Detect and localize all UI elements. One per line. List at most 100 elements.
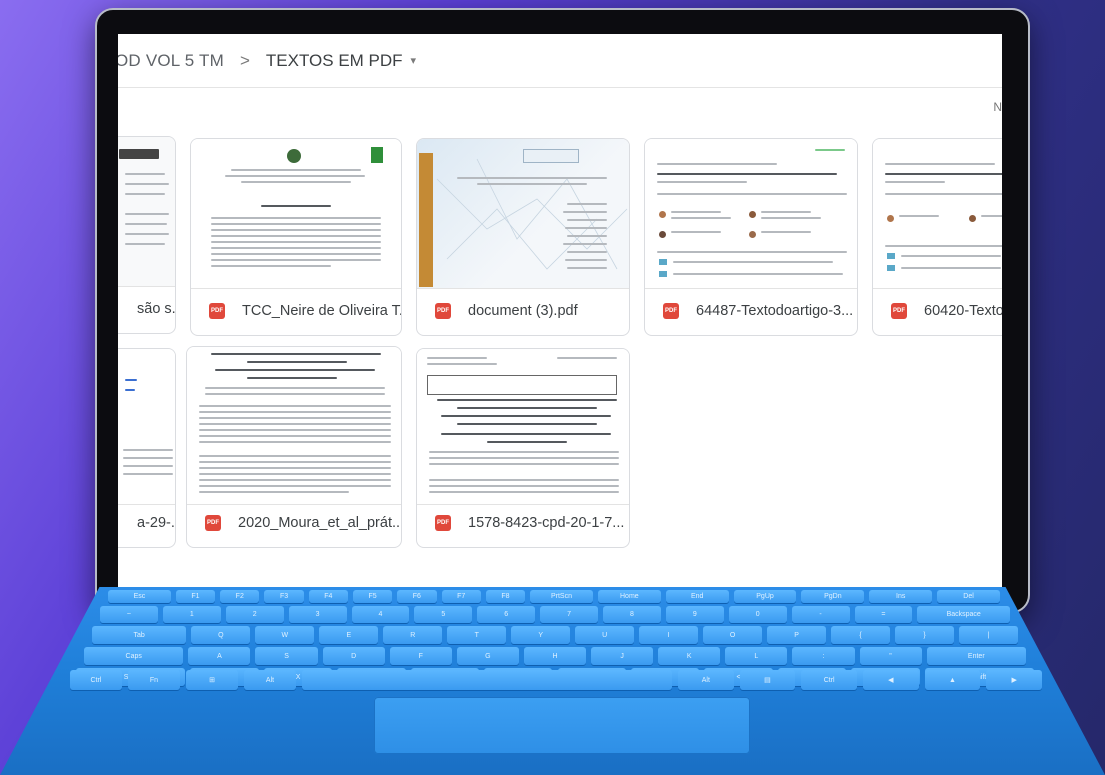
keyboard-key[interactable]: Ctrl <box>801 670 857 690</box>
file-card[interactable]: PDF 1578-8423-cpd-20-1-7... <box>416 348 630 548</box>
file-name-row: PDF 1578-8423-cpd-20-1-7... <box>417 499 629 547</box>
keyboard-key[interactable]: Alt <box>678 670 734 690</box>
keyboard-key[interactable]: G <box>456 647 519 665</box>
file-name: 1578-8423-cpd-20-1-7... <box>468 515 625 531</box>
keyboard-key[interactable]: J <box>591 647 654 665</box>
keyboard-key[interactable]: Enter <box>926 647 1026 665</box>
file-thumbnail <box>873 139 1002 289</box>
file-name: document (3).pdf <box>468 303 578 319</box>
keyboard-key[interactable]: S <box>255 647 318 665</box>
keyboard-key[interactable]: F3 <box>264 590 304 603</box>
keyboard-key[interactable]: ⊞ <box>186 670 238 690</box>
file-card[interactable]: PDF 60420-Texto <box>872 138 1002 336</box>
keyboard-key[interactable]: Del <box>937 590 1000 603</box>
file-name-row: são s... <box>118 285 175 333</box>
keyboard-key[interactable]: Ctrl <box>70 670 122 690</box>
trackpad[interactable] <box>374 697 750 754</box>
file-name: 2020_Moura_et_al_prát... <box>238 515 402 531</box>
file-name: TCC_Neire de Oliveira T... <box>242 303 402 319</box>
file-name-row: PDF 64487-Textodoartigo-3... <box>645 287 857 335</box>
keyboard-key[interactable]: P <box>767 626 827 644</box>
keyboard-key[interactable]: 8 <box>603 606 661 623</box>
keyboard-key[interactable]: I <box>639 626 699 644</box>
file-name: a-29-... <box>137 515 175 531</box>
keyboard-key[interactable]: 3 <box>288 606 347 623</box>
keyboard-key[interactable]: Fn <box>128 670 180 690</box>
file-card[interactable]: PDF document (3).pdf <box>416 138 630 336</box>
file-name: 64487-Textodoartigo-3... <box>696 303 854 319</box>
file-card[interactable]: são s... <box>118 136 176 334</box>
file-thumbnail <box>118 349 175 505</box>
file-name-row: PDF 2020_Moura_et_al_prát... <box>187 499 401 547</box>
file-thumbnail <box>118 137 175 287</box>
keyboard-key[interactable]: ◀ <box>863 670 919 690</box>
keyboard-key[interactable]: F8 <box>485 590 526 603</box>
keyboard-key[interactable]: D <box>322 647 385 665</box>
file-name-row: PDF TCC_Neire de Oliveira T... <box>191 287 401 335</box>
keyboard-key[interactable]: 2 <box>225 606 284 623</box>
keyboard-key[interactable]: A <box>188 647 251 665</box>
corner-glyph: N <box>993 100 1002 114</box>
keyboard-key[interactable]: Ins <box>869 590 933 603</box>
pdf-icon: PDF <box>435 303 451 319</box>
keyboard-key[interactable]: : <box>792 647 855 665</box>
keyboard-key[interactable]: F6 <box>397 590 437 603</box>
pdf-icon: PDF <box>663 303 679 319</box>
keyboard-key[interactable]: O <box>703 626 763 644</box>
file-card[interactable]: PDF TCC_Neire de Oliveira T... <box>190 138 402 336</box>
keyboard-key[interactable]: 7 <box>540 606 598 623</box>
keyboard-key[interactable]: F7 <box>441 590 481 603</box>
keyboard-key[interactable]: H <box>523 647 587 665</box>
keyboard-key[interactable]: 5 <box>414 606 473 623</box>
keyboard-key[interactable]: 4 <box>351 606 410 623</box>
keyboard-key[interactable]: R <box>383 626 443 644</box>
keyboard-key[interactable]: PgUp <box>733 590 797 603</box>
pdf-icon: PDF <box>435 515 451 531</box>
keyboard-key[interactable]: ▲ <box>924 670 981 690</box>
keyboard-key[interactable]: | <box>959 626 1018 644</box>
breadcrumb-parent[interactable]: OD VOL 5 TM <box>118 51 224 71</box>
keyboard-key[interactable]: F <box>389 647 452 665</box>
keyboard-key[interactable]: W <box>255 626 315 644</box>
file-card[interactable]: PDF 2020_Moura_et_al_prát... <box>186 346 402 548</box>
keyboard-key[interactable]: F1 <box>175 590 216 603</box>
chevron-down-icon[interactable]: ▾ <box>411 54 417 67</box>
keyboard-key[interactable]: Caps <box>84 647 184 665</box>
keyboard-key[interactable]: T <box>447 626 507 644</box>
keyboard-key[interactable]: K <box>658 647 721 665</box>
keyboard-key[interactable]: F2 <box>220 590 260 603</box>
keyboard-key[interactable]: L <box>725 647 788 665</box>
keyboard-key[interactable]: Q <box>191 626 251 644</box>
keyboard-key[interactable]: E <box>319 626 379 644</box>
keyboard-key[interactable]: ~ <box>100 606 158 623</box>
file-name: são s... <box>137 301 176 317</box>
file-card[interactable]: PDF 64487-Textodoartigo-3... <box>644 138 858 336</box>
keyboard-key[interactable]: F5 <box>352 590 393 603</box>
keyboard-key[interactable]: ▶ <box>986 670 1042 690</box>
keyboard-key[interactable]: { <box>831 626 891 644</box>
file-card[interactable]: a-29-... <box>118 348 176 548</box>
keyboard-key[interactable]: = <box>854 606 913 623</box>
keyboard-key[interactable]: End <box>665 590 729 603</box>
keyboard-key[interactable]: PgDn <box>801 590 865 603</box>
keyboard-key[interactable]: F4 <box>308 590 348 603</box>
spacebar-key[interactable] <box>302 670 672 690</box>
keyboard-key[interactable]: ▤ <box>739 670 796 690</box>
keyboard-key[interactable]: Alt <box>244 670 296 690</box>
keyboard-key[interactable]: 9 <box>665 606 724 623</box>
keyboard-key[interactable]: Tab <box>92 626 187 644</box>
keyboard-key[interactable]: Backspace <box>917 606 1010 623</box>
breadcrumb-current[interactable]: TEXTOS EM PDF <box>266 51 403 71</box>
keyboard-key[interactable]: - <box>791 606 850 623</box>
keyboard-key[interactable]: U <box>575 626 635 644</box>
keyboard-key[interactable]: } <box>895 626 955 644</box>
keyboard-key[interactable]: Esc <box>108 590 171 603</box>
keyboard-key[interactable]: 1 <box>162 606 221 623</box>
keyboard-key[interactable]: 6 <box>477 606 536 623</box>
keyboard-key[interactable]: PrtScn <box>530 590 593 603</box>
keyboard-key[interactable]: 0 <box>728 606 787 623</box>
keyboard-key[interactable]: " <box>859 647 922 665</box>
keyboard-key[interactable]: Y <box>511 626 571 644</box>
keyboard-key[interactable]: Home <box>597 590 661 603</box>
file-thumbnail <box>187 347 401 505</box>
